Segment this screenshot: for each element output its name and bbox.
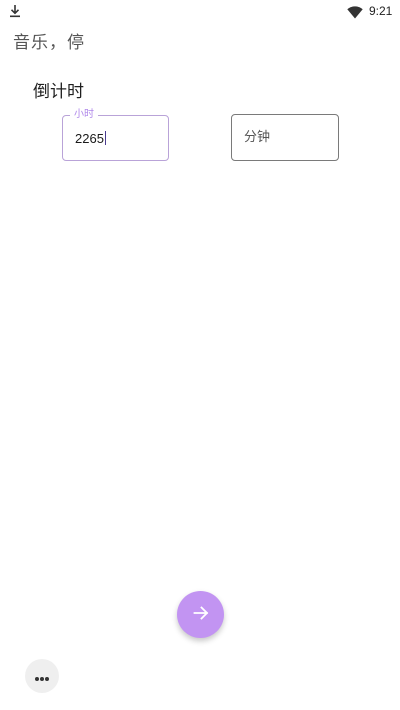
minutes-input[interactable]: 分钟 [231, 114, 339, 161]
status-time: 9:21 [369, 4, 393, 18]
wifi-icon [347, 4, 363, 19]
arrow-right-icon [192, 604, 210, 626]
hours-input[interactable]: 小时 2265 [62, 108, 169, 161]
app-title: 音乐，停 [13, 33, 85, 53]
next-fab-button[interactable] [177, 591, 224, 638]
download-icon [9, 3, 21, 18]
more-button[interactable] [25, 659, 59, 693]
text-caret [104, 131, 106, 145]
hours-input-label: 小时 [70, 108, 98, 122]
more-horizontal-icon [34, 667, 50, 686]
screen: 9:21 音乐，停 倒计时 小时 2265 分钟 [0, 0, 400, 710]
countdown-heading: 倒计时 [33, 82, 84, 102]
status-bar: 9:21 [0, 0, 400, 22]
hours-input-value: 2265 [75, 131, 106, 146]
minutes-input-placeholder: 分钟 [244, 130, 271, 145]
